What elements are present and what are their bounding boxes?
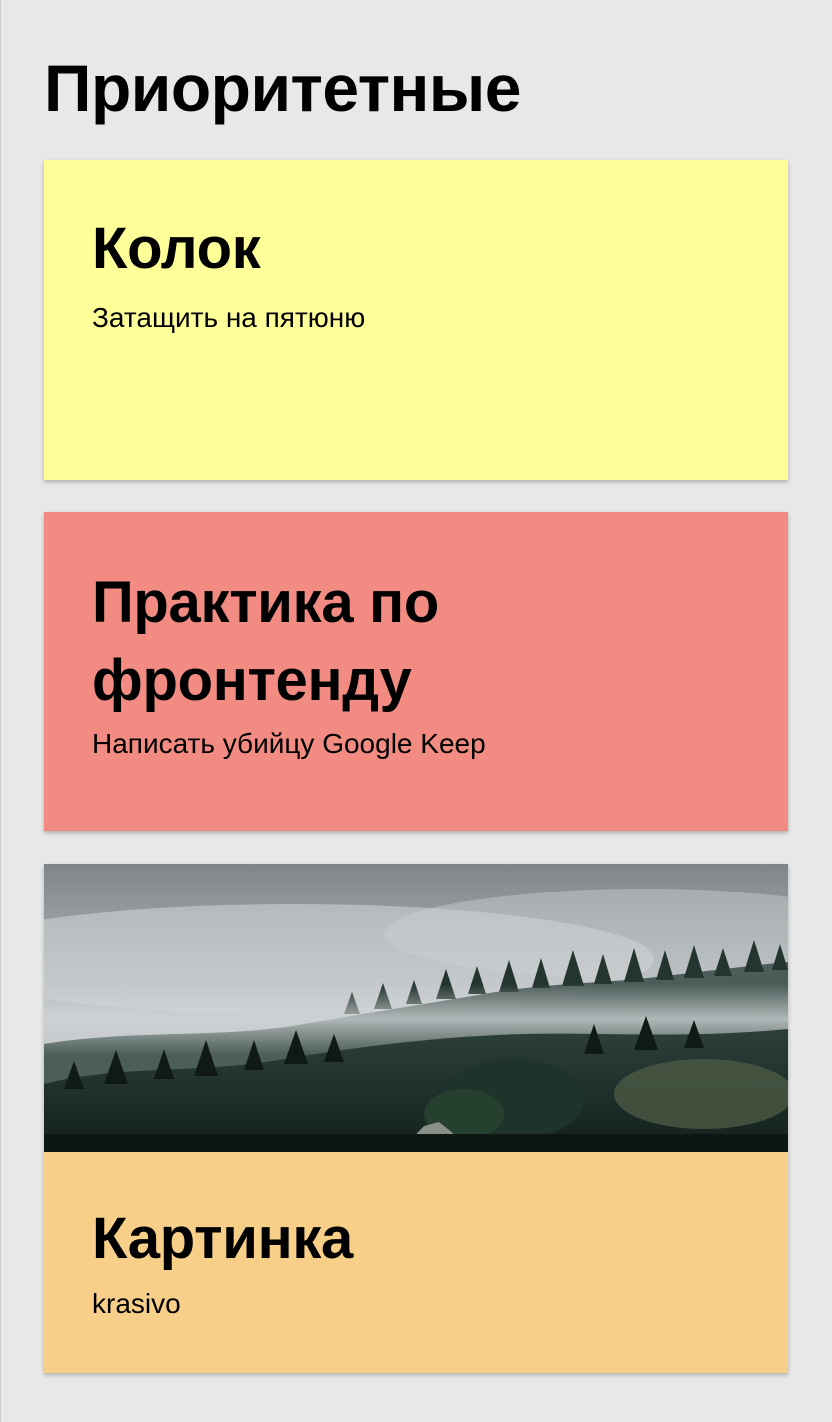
foggy-forest-image [44, 864, 788, 1152]
note-title: Колок [92, 216, 261, 281]
note-card-frontend[interactable]: Практика по фронтенду Написать убийцу Go… [44, 512, 788, 831]
note-body: Картинка krasivo [44, 1152, 788, 1322]
note-body: Практика по фронтенду Написать убийцу Go… [44, 512, 788, 762]
note-title: Практика по фронтенду [92, 570, 440, 713]
note-text: Затащить на пятюню [92, 302, 366, 333]
note-text: Написать убийцу Google Keep [92, 728, 486, 759]
page-border [0, 0, 1, 1422]
note-card-kolok[interactable]: Колок Затащить на пятюню [44, 160, 788, 480]
note-body: Колок Затащить на пятюню [44, 160, 788, 336]
note-title: Картинка [92, 1206, 354, 1271]
note-text: krasivo [92, 1288, 181, 1319]
page-title: Приоритетные [44, 51, 521, 125]
note-card-picture[interactable]: Картинка krasivo [44, 864, 788, 1373]
